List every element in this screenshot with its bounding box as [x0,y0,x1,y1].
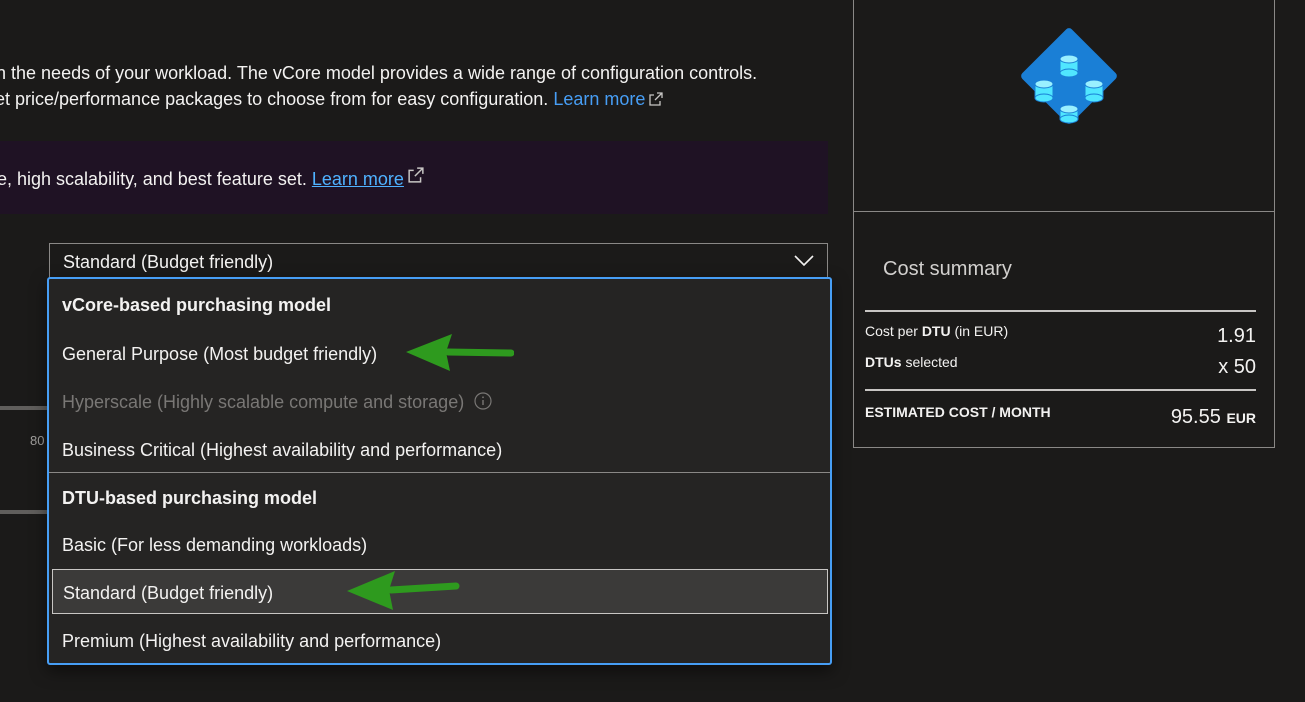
service-tier-selected-value: Standard (Budget friendly) [63,252,274,272]
dropdown-option-general-purpose[interactable]: General Purpose (Most budget friendly) [62,344,377,365]
dtus-suffix: selected [901,354,958,370]
dtus-bold: DTUs [865,354,902,370]
dtus-selected-value: x 50 [1218,356,1256,378]
slider-value-label: 80 [30,433,45,448]
dropdown-group-header-dtu: DTU-based purchasing model [62,488,318,508]
hyperscale-label: Hyperscale (Highly scalable compute and … [62,392,465,412]
learn-more-link[interactable]: Learn more [553,89,664,109]
banner-learn-more-link[interactable]: Learn more [312,169,404,189]
description-line-1: on the needs of your workload. The vCore… [0,63,758,83]
slider-track[interactable] [0,406,47,410]
dropdown-option-hyperscale: Hyperscale (Highly scalable compute and … [62,392,492,413]
cost-per-dtu-label: Cost per DTU (in EUR) [865,323,1008,339]
info-icon[interactable] [474,392,492,410]
external-link-icon [408,167,424,183]
estimated-cost-unit: EUR [1226,410,1256,426]
estimated-cost-value: 95.55 EUR [1171,406,1256,429]
cost-per-dtu-value: 1.91 [1217,325,1256,347]
cost-per-dtu-bold: DTU [921,323,951,339]
description-line-2-text: set price/performance packages to choose… [0,89,549,109]
dropdown-option-basic[interactable]: Basic (For less demanding workloads) [62,535,367,556]
estimated-cost-amount: 95.55 [1170,406,1221,428]
annotation-arrow-icon [347,571,460,610]
cost-summary-title: Cost summary [883,258,1012,280]
estimated-cost-label: ESTIMATED COST / MONTH [865,404,1051,420]
external-link-icon [649,92,664,106]
description-line-2: set price/performance packages to choose… [0,86,846,112]
dtus-selected-label: DTUs selected [865,354,958,370]
annotation-arrow-icon [406,334,514,371]
cost-per-dtu-suffix: (in EUR) [950,323,1009,339]
cost-summary-rule [865,389,1256,391]
dropdown-option-standard-label: Standard (Budget friendly) [63,583,274,603]
dropdown-option-business-critical[interactable]: Business Critical (Highest availability … [62,440,502,461]
cost-summary-panel: Cost summary Cost per DTU (in EUR) 1.91 … [853,0,1275,448]
banner-message: rice, high scalability, and best feature… [0,169,307,189]
dropdown-group-header-vcore: vCore-based purchasing model [62,295,332,315]
slider-track[interactable] [0,510,47,514]
panel-divider [854,211,1274,212]
sql-database-icon [1021,28,1117,124]
info-banner-text: rice, high scalability, and best feature… [0,167,424,190]
pricing-description: on the needs of your workload. The vCore… [0,60,846,112]
chevron-down-icon [794,255,814,267]
dropdown-separator [49,472,830,473]
dropdown-option-premium[interactable]: Premium (Highest availability and perfor… [62,631,441,652]
cost-summary-rule [865,310,1256,312]
cost-per-dtu-prefix: Cost per [865,323,922,339]
learn-more-link-label: Learn more [553,89,646,109]
service-tier-select[interactable]: Standard (Budget friendly) [49,243,828,279]
